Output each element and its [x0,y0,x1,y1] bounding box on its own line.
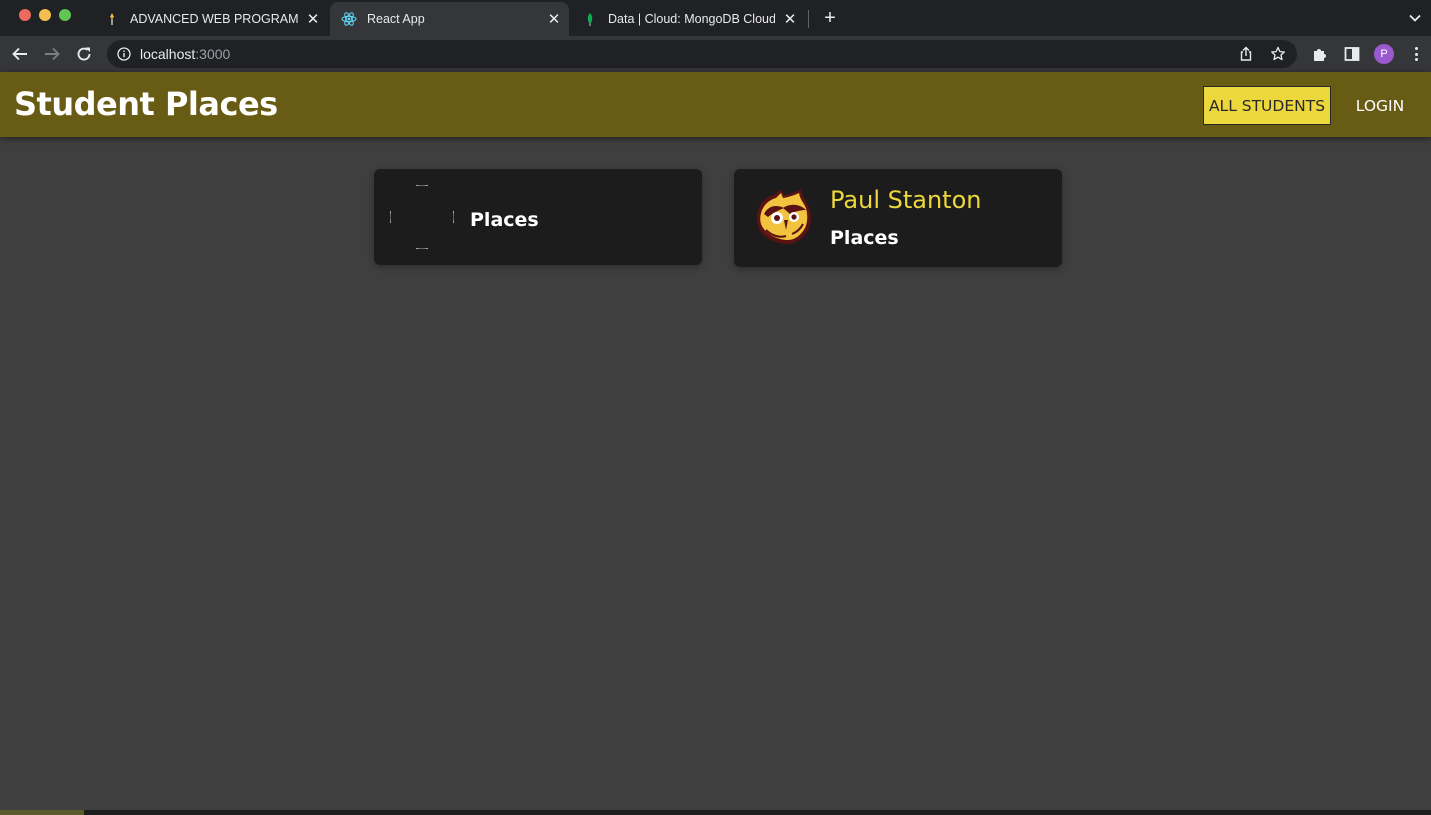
reload-icon[interactable] [74,44,94,64]
student-card[interactable]: Paul Stanton Places [734,169,1062,267]
extensions-icon[interactable] [1311,45,1329,63]
page-viewport: Student Places ALL STUDENTS LOGIN Places [0,72,1431,810]
app-header: Student Places ALL STUDENTS LOGIN [0,72,1431,137]
url-port: :3000 [195,46,231,62]
share-icon[interactable] [1238,46,1254,62]
student-name[interactable]: Paul Stanton [830,186,981,214]
window-minimize-button[interactable] [39,9,51,21]
tab-title: Data | Cloud: MongoDB Cloud [608,12,775,26]
window-zoom-button[interactable] [59,9,71,21]
profile-avatar[interactable]: P [1374,44,1394,64]
address-bar[interactable]: localhost:3000 [107,40,1297,68]
owl-logo [750,186,814,250]
window-close-button[interactable] [19,9,31,21]
browser-toolbar: localhost:3000 P [0,36,1431,72]
nav-all-students-link[interactable]: ALL STUDENTS [1203,86,1331,125]
tab-advanced-web-programming[interactable]: ADVANCED WEB PROGRAMMI ✕ [100,2,328,36]
app-title[interactable]: Student Places [14,85,278,123]
star-icon[interactable] [1270,46,1286,62]
info-icon[interactable] [117,47,131,61]
tab-close-icon[interactable]: ✕ [304,10,322,28]
tab-close-icon[interactable]: ✕ [781,10,799,28]
bottom-edge-strip [0,810,1431,815]
student-avatar-placeholder [389,184,455,250]
url-text[interactable]: localhost:3000 [140,46,230,62]
nav-login-link[interactable]: LOGIN [1347,86,1413,125]
places-label: Places [830,227,899,249]
student-card[interactable]: Places [374,169,702,265]
kebab-menu-icon[interactable] [1412,45,1420,63]
tab-search-chevron-icon[interactable] [1406,9,1424,27]
tab-react-app[interactable]: React App ✕ [330,2,569,36]
tab-title: ADVANCED WEB PROGRAMMI [130,12,298,26]
new-tab-button[interactable]: + [820,7,840,29]
torch-favicon-icon [104,11,120,27]
sidepanel-icon[interactable] [1343,45,1361,63]
tab-separator [808,10,809,28]
forward-arrow-icon[interactable] [42,44,62,64]
places-label: Places [470,209,539,231]
mongodb-leaf-icon [582,11,598,27]
react-favicon-icon [341,11,357,27]
back-arrow-icon[interactable] [10,44,30,64]
url-host: localhost [140,46,196,62]
tab-title: React App [367,12,425,26]
browser-tab-strip: ADVANCED WEB PROGRAMMI ✕ React App ✕ Dat… [0,0,1431,36]
tab-mongodb-cloud[interactable]: Data | Cloud: MongoDB Cloud ✕ [571,2,805,36]
tab-close-icon[interactable]: ✕ [545,10,563,28]
